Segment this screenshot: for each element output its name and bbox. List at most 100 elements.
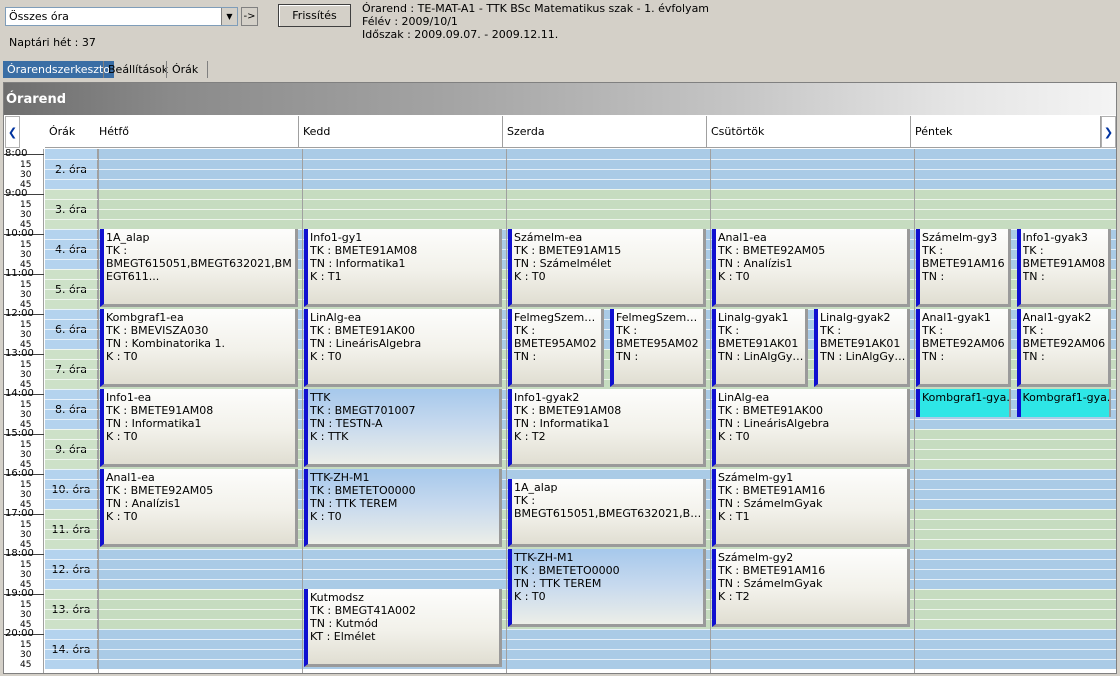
event-detail: BMETE91AK01	[718, 337, 799, 350]
go-button[interactable]: ->	[241, 7, 258, 26]
event-title: Linalg-gyak2	[820, 311, 891, 324]
event-title: FelmegSzem1-...	[514, 311, 601, 324]
day-header-monday: Hétfő	[95, 116, 299, 148]
event-detail: K : T0	[310, 510, 342, 523]
course-event[interactable]: Kutmodsz TK : BMEGT41A002 TN : Kutmód KT : …	[304, 589, 502, 667]
slot-line	[45, 169, 1116, 170]
minute-label: 30	[20, 330, 32, 340]
hour-label: 20:00	[5, 628, 34, 639]
chevron-right-icon[interactable]: ❯	[1101, 116, 1116, 148]
filter-select[interactable]: Összes óra ▼	[5, 7, 238, 26]
event-title: Linalg-gyak1	[718, 311, 789, 324]
course-event[interactable]: 1A_alap TK : BMEGT615051,BMEGT632021,BME	[508, 479, 706, 547]
minute-label: 30	[20, 530, 32, 540]
course-event[interactable]: Anal1-gyak2 TK : BMETE92AM06 TN :	[1016, 309, 1111, 387]
course-event[interactable]: Kombgraf1-gya...	[916, 389, 1011, 417]
minute-label: 30	[20, 650, 32, 660]
chevron-left-icon[interactable]: ❮	[5, 116, 20, 148]
minute-label: 15	[20, 600, 32, 610]
course-event[interactable]: FelmegSzem1-... TK : BMETE95AM02 TN :	[610, 309, 706, 387]
event-detail: TK : BMETE91AM16	[718, 484, 826, 497]
tab-orarendszerkeszto[interactable]: Órarendszerkeszto	[3, 61, 115, 78]
course-event[interactable]: 1A_alap TK : BMEGT615051,BMEGT632021,BMEGT…	[100, 229, 298, 307]
tab-orak[interactable]: Órák	[168, 61, 202, 78]
event-detail: TK :	[616, 324, 638, 337]
course-event[interactable]: LinAlg-ea TK : BMETE91AK00 TN : LineárisAl…	[304, 309, 502, 387]
app-window: Összes óra ▼ -> Frissítés Órarend : TE-M…	[0, 0, 1120, 676]
course-event[interactable]: Anal1-gyak1 TK : BMETE92AM06 TN :	[916, 309, 1011, 387]
event-detail: TK : BMETE91AM15	[514, 244, 622, 257]
event-detail: TN :	[1022, 350, 1045, 363]
course-event[interactable]: TTK TK : BMEGT701007 TN : TESTN-A K : TTK	[304, 389, 502, 467]
event-detail: TN : Analízis1	[718, 257, 793, 270]
event-title: Számelm-gy1	[718, 471, 794, 484]
course-event[interactable]: Linalg-gyak2 TK : BMETE91AK01 TN : LinAlgGy…	[814, 309, 910, 387]
minute-label: 15	[20, 360, 32, 370]
hour-label: 10:00	[5, 228, 34, 239]
course-event[interactable]: FelmegSzem1-... TK : BMETE95AM02 TN :	[508, 309, 604, 387]
hour-label: 14:00	[5, 388, 34, 399]
course-event[interactable]: Info1-gy1 TK : BMETE91AM08 TN : Informatik…	[304, 229, 502, 307]
event-title: Számelm-gy3	[922, 231, 998, 244]
filter-select-value: Összes óra	[9, 10, 69, 23]
event-title: Info1-gyak3	[1022, 231, 1088, 244]
course-event[interactable]: Számelm-gy1 TK : BMETE91AM16 TN : SzámelmG…	[712, 469, 910, 547]
course-event[interactable]: LinAlg-ea TK : BMETE91AK00 TN : LineárisAl…	[712, 389, 910, 467]
slot-line	[45, 209, 1116, 210]
event-detail: TN :	[922, 270, 945, 283]
minute-label: 15	[20, 320, 32, 330]
event-detail: TN :	[514, 350, 537, 363]
chevron-down-icon[interactable]: ▼	[221, 8, 237, 25]
event-detail: TK :	[718, 324, 740, 337]
course-event[interactable]: Info1-gyak3 TK : BMETE91AM08 TN :	[1016, 229, 1111, 307]
hour-label: 16:00	[5, 468, 34, 479]
event-detail: TK :	[514, 324, 536, 337]
event-title: Kombgraf1-gya...	[922, 391, 1011, 404]
event-title: TTK-ZH-M1	[514, 551, 574, 564]
event-detail: K : T1	[310, 270, 342, 283]
event-title: 1A_alap	[514, 481, 558, 494]
course-event[interactable]: Számelm-ea TK : BMETE91AM15 TN : Számelmél…	[508, 229, 706, 307]
event-title: Kutmodsz	[310, 591, 364, 604]
hour-label: 19:00	[5, 588, 34, 599]
event-detail: TN : SzámelmGyak	[718, 497, 823, 510]
event-detail: K : T0	[514, 270, 546, 283]
course-event[interactable]: TTK-ZH-M1 TK : BMETETO0000 TN : TTK TEREM K…	[508, 549, 706, 627]
panel-title-bar: Órarend	[4, 83, 1116, 115]
event-detail: K : T0	[310, 350, 342, 363]
slot-line	[45, 179, 1116, 180]
minute-label: 30	[20, 170, 32, 180]
course-event[interactable]: Info1-gyak2 TK : BMETE91AM08 TN : Informat…	[508, 389, 706, 467]
event-detail: K : T2	[514, 430, 546, 443]
hour-label: 11:00	[5, 268, 34, 279]
column-divider	[98, 149, 99, 673]
event-title: Kombgraf1-ea	[106, 311, 184, 324]
course-event[interactable]: Számelm-gy2 TK : BMETE91AM16 TN : SzámelmG…	[712, 549, 910, 627]
minute-label: 30	[20, 610, 32, 620]
event-detail: TK :	[820, 324, 842, 337]
event-detail: BMEGT615051,BMEGT632021,BME	[514, 507, 703, 520]
minute-label: 15	[20, 640, 32, 650]
event-detail: TN : LineárisAlgebra	[310, 337, 422, 350]
minute-label: 15	[20, 280, 32, 290]
slot-line	[45, 629, 1116, 630]
course-event[interactable]: Linalg-gyak1 TK : BMETE91AK01 TN : LinAlgGy…	[712, 309, 808, 387]
event-detail: TK : BMETETO0000	[514, 564, 620, 577]
slot-line	[45, 199, 1116, 200]
course-event[interactable]: Kombgraf1-ea TK : BMEVISZA030 TN : Kombina…	[100, 309, 298, 387]
course-event[interactable]: Anal1-ea TK : BMETE92AM05 TN : Analízis1 K …	[100, 469, 298, 547]
course-event[interactable]: Kombgraf1-gya...	[1016, 389, 1111, 417]
event-title: Anal1-gyak1	[922, 311, 991, 324]
event-detail: TN : Informatika1	[310, 257, 406, 270]
minute-label: 15	[20, 560, 32, 570]
tab-beallitasok[interactable]: Beállítások	[104, 61, 172, 78]
course-event[interactable]: Anal1-ea TK : BMETE92AM05 TN : Analízis1 K …	[712, 229, 910, 307]
course-event[interactable]: Info1-ea TK : BMETE91AM08 TN : Informatika…	[100, 389, 298, 467]
course-event[interactable]: TTK-ZH-M1 TK : BMETETO0000 TN : TTK TEREM K…	[304, 469, 502, 547]
column-divider	[506, 149, 507, 673]
refresh-button[interactable]: Frissítés	[278, 4, 351, 27]
day-header-wednesday: Szerda	[503, 116, 707, 148]
course-event[interactable]: Számelm-gy3 TK : BMETE91AM16 TN :	[916, 229, 1011, 307]
time-column: 8:00 15 30 45 9:00 15 30 45 10:00 15 30 45 11:00 15 30…	[4, 149, 44, 673]
event-detail: TK : BMETE91AK00	[718, 404, 824, 417]
